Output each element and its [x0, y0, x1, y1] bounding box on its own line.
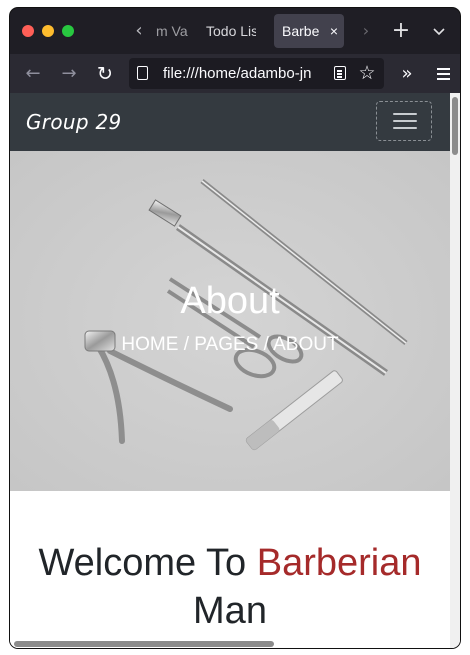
back-button[interactable]: ←	[20, 61, 46, 87]
tab-bar: ‹ m Va Todo Lis Barbe × › +	[10, 8, 460, 54]
forward-button[interactable]: →	[56, 61, 82, 87]
hero-title: About	[180, 280, 280, 322]
hero-banner: About HOME / PAGES / ABOUT	[10, 151, 450, 491]
minimize-window-button[interactable]	[42, 25, 54, 37]
tab-label: Todo Lis	[206, 23, 256, 39]
welcome-heading: Welcome To Barberian Man	[10, 539, 450, 635]
address-text[interactable]: file:///home/adambo-jn	[163, 58, 323, 89]
browser-window: ‹ m Va Todo Lis Barbe × › + ← → ↻ file:/…	[10, 8, 460, 648]
close-tab-icon[interactable]: ×	[330, 14, 338, 48]
horizontal-scrollbar-thumb[interactable]	[14, 641, 274, 647]
page-viewport: Group 29 About HOME / PAGES / ABOUT Welc…	[10, 93, 460, 648]
welcome-suffix: Man	[193, 590, 267, 632]
site-navbar: Group 29	[10, 93, 450, 151]
tab-label: Barbe	[282, 23, 320, 39]
tab-2[interactable]: Todo Lis	[200, 14, 266, 48]
reload-button[interactable]: ↻	[92, 61, 118, 87]
tab-scroll-left-icon[interactable]: ‹	[128, 19, 150, 43]
overflow-menu-icon[interactable]: »	[396, 61, 418, 87]
address-bar[interactable]: file:///home/adambo-jn ☆	[129, 58, 384, 89]
new-tab-button[interactable]: +	[388, 17, 414, 45]
tab-1[interactable]: m Va	[150, 14, 194, 48]
navigation-toolbar: ← → ↻ file:///home/adambo-jn ☆ »	[10, 54, 460, 93]
tab-label: m Va	[156, 23, 188, 39]
list-all-tabs-icon[interactable]	[428, 20, 450, 42]
reader-view-icon[interactable]	[334, 66, 346, 80]
vertical-scrollbar[interactable]	[450, 93, 460, 648]
vertical-scrollbar-thumb[interactable]	[452, 97, 458, 155]
welcome-prefix: Welcome To	[38, 542, 247, 584]
maximize-window-button[interactable]	[62, 25, 74, 37]
hamburger-menu-icon[interactable]	[434, 61, 454, 87]
tab-3-active[interactable]: Barbe ×	[274, 14, 344, 48]
navbar-toggler-button[interactable]	[376, 101, 432, 141]
tab-scroll-right-icon[interactable]: ›	[356, 19, 376, 43]
close-window-button[interactable]	[22, 25, 34, 37]
welcome-section: Welcome To Barberian Man	[10, 491, 450, 648]
breadcrumb: HOME / PAGES / ABOUT	[121, 334, 339, 355]
bookmark-star-icon[interactable]: ☆	[355, 60, 379, 86]
page-icon	[137, 66, 148, 80]
welcome-accent: Barberian	[256, 542, 422, 584]
site-brand[interactable]: Group 29	[26, 93, 122, 151]
